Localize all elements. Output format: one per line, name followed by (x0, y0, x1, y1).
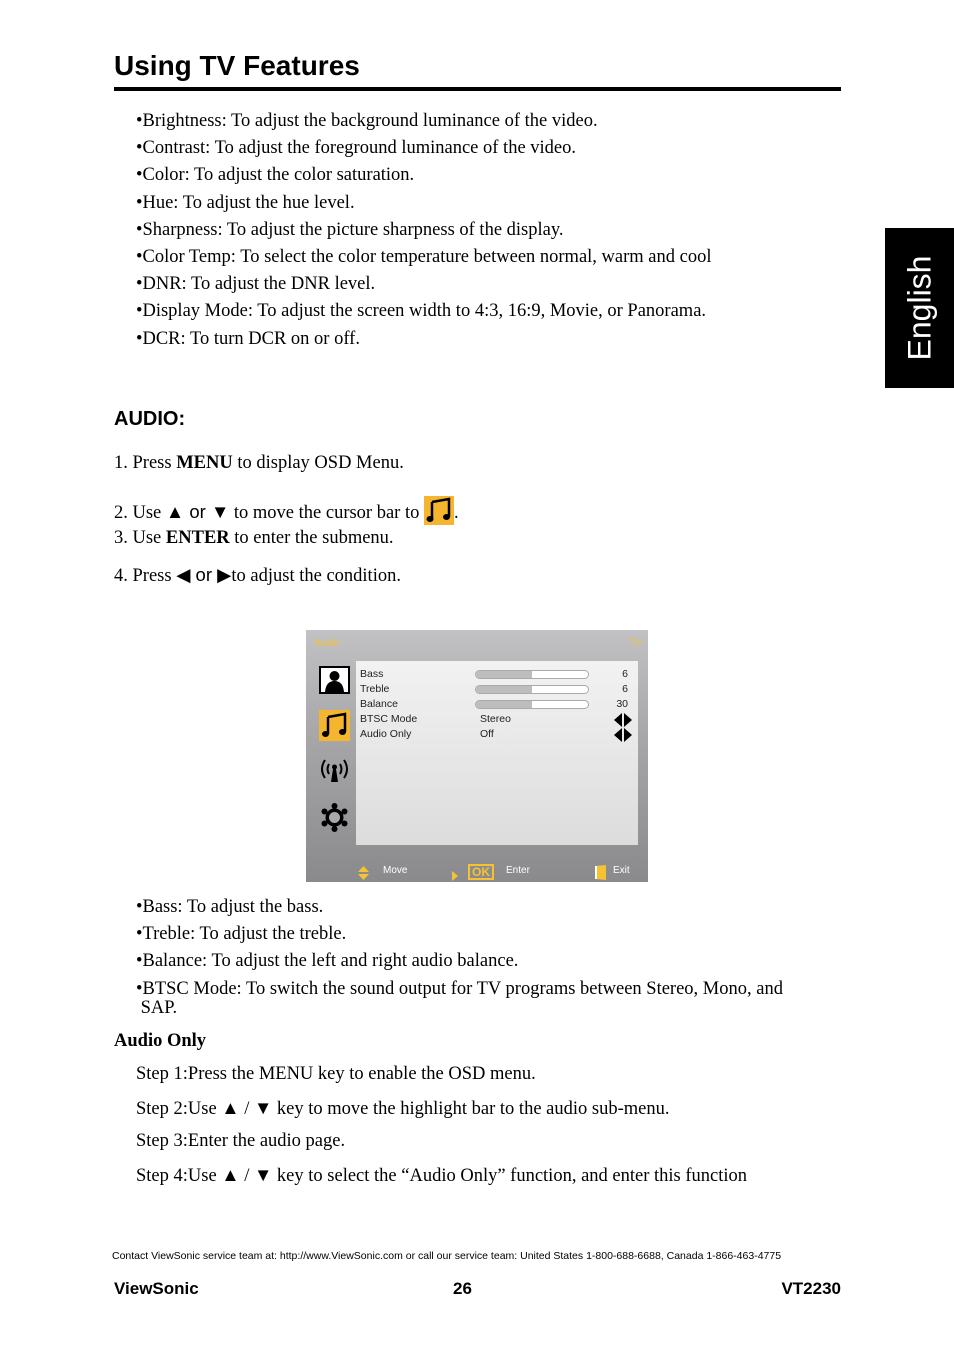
step-text: to adjust the condition. (231, 566, 401, 586)
page-title: Using TV Features (114, 50, 360, 81)
title-rule (114, 87, 841, 91)
up-arrow-icon: ▲ (165, 501, 185, 522)
list-item: •Sharpness: To adjust the picture sharpn… (136, 219, 564, 240)
page-number: 26 (453, 1279, 472, 1298)
enter-key-label: ENTER (165, 528, 230, 548)
audio-only-step: Step 4:Use ▲ / ▼ key to select the “Audi… (136, 1166, 748, 1186)
footer-brand: ViewSonic (114, 1279, 199, 1298)
enter-label: Enter (506, 865, 530, 876)
list-item: •BTSC Mode: To switch the sound output f… (136, 978, 783, 999)
row-value: 30 (616, 698, 628, 710)
enter-arrow-icon (452, 868, 458, 886)
list-item: •Hue: To adjust the hue level. (136, 192, 355, 213)
or-text: or (184, 501, 211, 522)
menu-key-label: MENU (176, 453, 233, 473)
left-arrow-icon: ◀ (176, 564, 191, 585)
row-value: 6 (622, 668, 628, 680)
audio-step-4: 4. Press ◀ or ▶to adjust the condition. (114, 564, 401, 587)
audio-step-3: 3. Use ENTER to enter the submenu. (114, 528, 394, 549)
picture-settings-list: •Brightness: To adjust the background lu… (136, 108, 712, 353)
row-value: 6 (622, 683, 628, 695)
list-item: •Display Mode: To adjust the screen widt… (136, 301, 707, 322)
osd-settings-panel: Bass 6 Treble 6 Balance 30 BTSC Mode Ste… (356, 661, 638, 845)
step-text: to move the cursor bar to (229, 503, 424, 523)
step-text: 4. Press (114, 566, 177, 586)
osd-title: Audio (314, 638, 340, 649)
osd-row-treble[interactable]: Treble 6 (360, 683, 634, 698)
audio-settings-list: •Bass: To adjust the bass. •Treble: To a… (136, 894, 783, 1017)
treble-slider[interactable] (475, 685, 589, 694)
list-item: •Color Temp: To select the color tempera… (136, 247, 712, 268)
row-value: Off (480, 728, 494, 740)
list-item: •Balance: To adjust the left and right a… (136, 951, 519, 972)
row-label: Audio Only (360, 728, 412, 740)
osd-source: TV (629, 638, 642, 649)
or-text: or (190, 564, 218, 585)
music-note-icon[interactable] (319, 710, 350, 741)
slider-fill (476, 686, 532, 693)
right-arrow-icon: ▶ (217, 564, 232, 585)
language-tab: English (885, 228, 954, 388)
step-text: to enter the submenu. (229, 528, 394, 548)
list-item: •Bass: To adjust the bass. (136, 897, 324, 917)
row-label: Balance (360, 698, 398, 710)
step-text: . (453, 503, 459, 523)
list-item: •Color: To adjust the color saturation. (136, 165, 415, 186)
audio-step-1: 1. Press MENU to display OSD Menu. (114, 453, 404, 474)
move-arrows-icon (358, 866, 369, 885)
audio-step-2: 2. Use ▲ or ▼ to move the cursor bar to … (114, 496, 459, 525)
osd-row-btsc-mode[interactable]: BTSC Mode Stereo (360, 713, 634, 728)
balance-slider[interactable] (475, 700, 589, 709)
osd-row-audio-only[interactable]: Audio Only Off (360, 728, 634, 743)
slider-fill (476, 671, 532, 678)
down-arrow-icon: ▼ (210, 501, 230, 522)
audio-only-step: Step 1:Press the MENU key to enable the … (136, 1064, 536, 1084)
row-value: Stereo (480, 713, 511, 725)
exit-door-icon[interactable] (595, 865, 607, 885)
picture-icon[interactable] (319, 666, 350, 697)
left-right-arrows-icon[interactable] (614, 728, 632, 745)
list-item: •Treble: To adjust the treble. (136, 924, 347, 945)
list-item: •Brightness: To adjust the background lu… (136, 111, 598, 131)
antenna-icon[interactable] (319, 756, 350, 787)
audio-only-step: Step 3:Enter the audio page. (136, 1131, 346, 1151)
step-text: to display OSD Menu. (232, 453, 404, 473)
osd-row-bass[interactable]: Bass 6 (360, 668, 634, 683)
row-label: Treble (360, 683, 390, 695)
ok-button-label[interactable]: OK (468, 864, 494, 880)
gear-icon[interactable] (319, 802, 350, 833)
list-item: •Contrast: To adjust the foreground lumi… (136, 138, 577, 159)
slider-fill (476, 701, 532, 708)
audio-only-heading: Audio Only (114, 1031, 207, 1051)
bass-slider[interactable] (475, 670, 589, 679)
audio-heading: AUDIO: (114, 408, 186, 430)
osd-audio-menu: Audio TV Bass 6 Treble 6 Balance 30 BTSC… (306, 630, 648, 882)
footer-model: VT2230 (781, 1279, 841, 1298)
step-text: 2. Use (114, 503, 166, 523)
audio-only-step: Step 2:Use ▲ / ▼ key to move the highlig… (136, 1099, 670, 1119)
language-tab-label: English (901, 255, 937, 361)
music-note-icon (423, 496, 454, 525)
list-item: •DCR: To turn DCR on or off. (136, 328, 360, 349)
row-label: BTSC Mode (360, 713, 418, 725)
step-text: 3. Use (114, 528, 166, 548)
list-item: •DNR: To adjust the DNR level. (136, 274, 376, 295)
move-label: Move (383, 865, 408, 876)
step-text: 1. Press (114, 453, 177, 473)
contact-info: Contact ViewSonic service team at: http:… (112, 1250, 782, 1262)
exit-label: Exit (613, 865, 630, 876)
row-label: Bass (360, 668, 384, 680)
osd-row-balance[interactable]: Balance 30 (360, 698, 634, 713)
